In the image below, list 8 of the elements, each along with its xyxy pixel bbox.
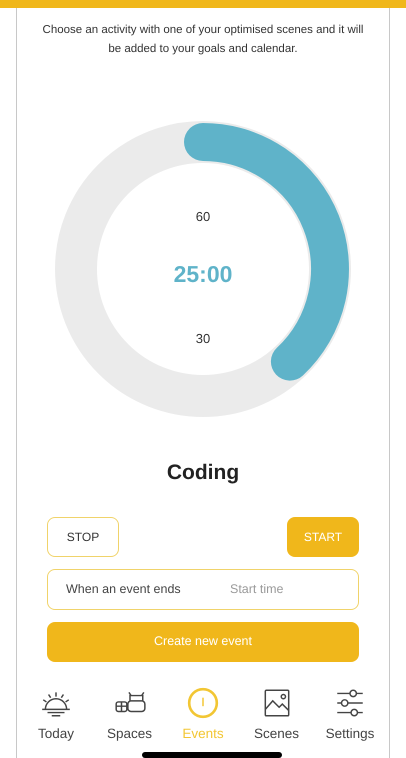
nav-tab[interactable]: Spaces (96, 686, 162, 744)
stop-button[interactable]: STOP (47, 516, 119, 556)
activity-name: Coding (166, 460, 240, 486)
description: Choose an activity with one of your optimised scenes and it will be added to your goals and calendar. (42, 23, 364, 57)
event-trigger-field[interactable]: When an event ends Start time (47, 568, 359, 610)
nav-tab[interactable]: Settings (317, 686, 383, 744)
nav-tab[interactable]: Scenes (244, 686, 310, 744)
nav-tab[interactable]: Today (23, 686, 89, 744)
